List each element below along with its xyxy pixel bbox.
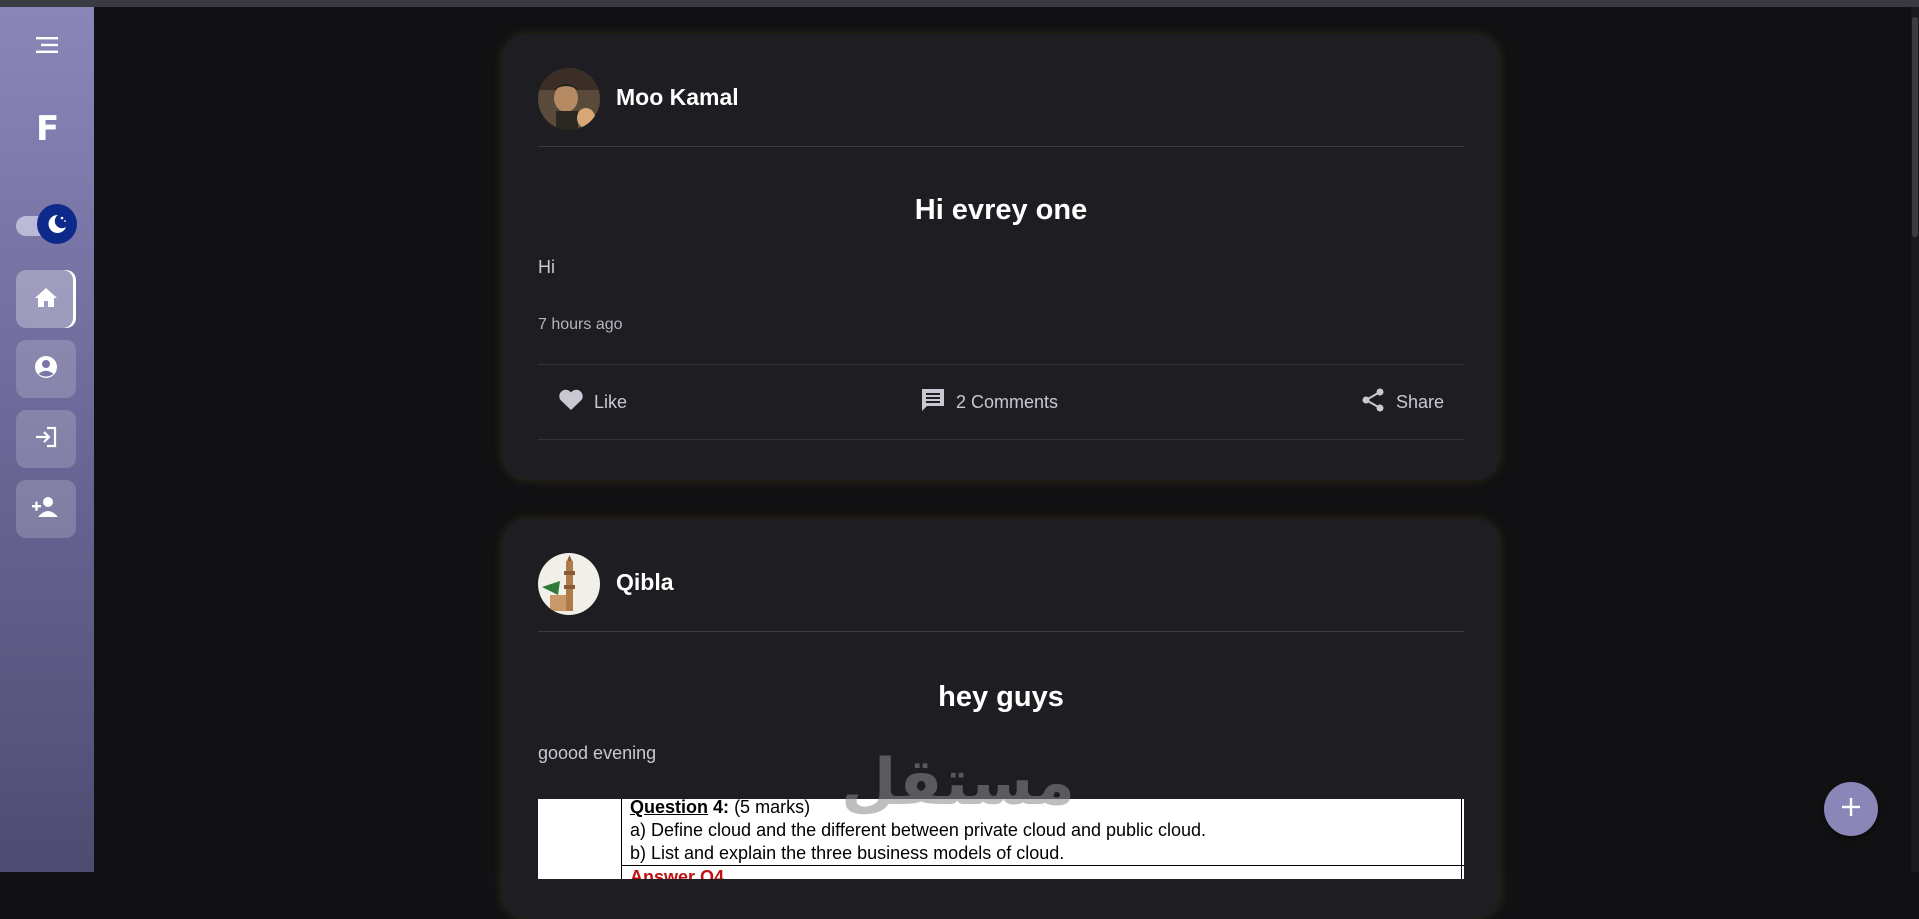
post-header: Moo Kamal — [538, 68, 1464, 147]
menu-icon[interactable] — [34, 33, 60, 57]
post-timestamp: 7 hours ago — [538, 316, 623, 333]
post-body: goood evening — [538, 743, 657, 763]
sidebar: F — [0, 7, 94, 872]
login-icon — [33, 424, 59, 455]
avatar[interactable] — [538, 553, 600, 615]
comments-button[interactable]: 2 Comments — [920, 365, 1058, 439]
nav-register-button[interactable] — [16, 480, 76, 538]
home-icon — [33, 285, 59, 314]
question-label: Question — [630, 799, 709, 817]
nav-home-button[interactable] — [16, 270, 76, 328]
table-border — [1461, 799, 1462, 879]
scrollbar-thumb[interactable] — [1912, 17, 1918, 237]
app-logo[interactable]: F — [36, 109, 64, 149]
post-header: Qibla — [538, 553, 1464, 632]
heart-icon — [558, 388, 584, 417]
post-card: Moo Kamal Hi evrey one Hi 7 hours ago Li… — [502, 34, 1500, 480]
table-border — [621, 865, 1464, 866]
theme-toggle[interactable] — [16, 204, 78, 244]
comments-label: 2 Comments — [956, 391, 1059, 412]
like-label: Like — [594, 391, 628, 412]
post-card: Qibla hey guys goood evening Question 4:… — [502, 519, 1500, 919]
like-button[interactable]: Like — [558, 365, 627, 439]
question-line-a: a) Define cloud and the different betwee… — [630, 820, 1207, 840]
create-post-button[interactable] — [1824, 782, 1878, 836]
scrollbar[interactable] — [1911, 7, 1919, 872]
post-author[interactable]: Qibla — [616, 569, 674, 596]
nav-profile-button[interactable] — [16, 340, 76, 398]
nav-login-button[interactable] — [16, 410, 76, 468]
share-label: Share — [1395, 391, 1444, 412]
add-user-icon — [31, 494, 61, 525]
share-icon — [1360, 387, 1386, 418]
plus-icon — [1840, 796, 1862, 823]
share-button[interactable]: Share — [1360, 365, 1444, 439]
post-title: hey guys — [938, 681, 1064, 713]
post-author[interactable]: Moo Kamal — [616, 84, 739, 111]
avatar[interactable] — [538, 68, 600, 130]
post-image[interactable]: Question 4: (5 marks) a) Define cloud an… — [538, 799, 1464, 879]
question-number: 4: — [713, 799, 730, 817]
moon-icon — [37, 204, 77, 244]
question-marks: (5 marks) — [734, 799, 811, 817]
profile-icon — [33, 354, 59, 385]
window-top-edge — [0, 0, 1919, 7]
question-heading: Question 4: (5 marks) — [630, 799, 810, 818]
comment-icon — [920, 387, 946, 418]
table-border — [621, 799, 622, 879]
post-actions: Like 2 Comments Share — [538, 364, 1464, 440]
post-title: Hi evrey one — [914, 194, 1088, 226]
answer-heading: Answer Q4 — [630, 867, 725, 879]
question-line-b: b) List and explain the three business m… — [630, 843, 1065, 863]
post-body: Hi — [538, 257, 555, 277]
